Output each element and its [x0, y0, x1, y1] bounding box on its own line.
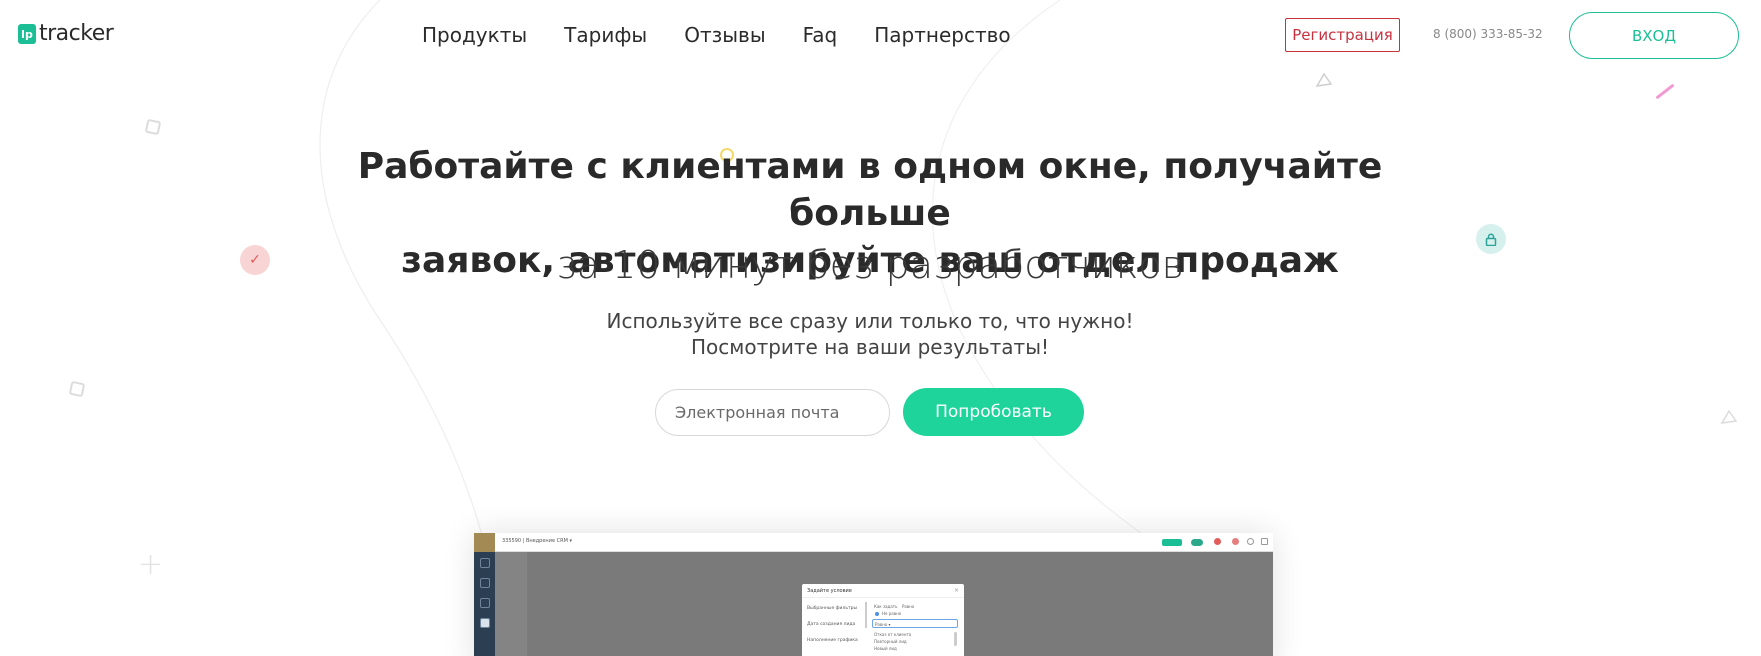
- close-icon: ×: [953, 587, 959, 594]
- preview-topbar: 335590 | Внедрение CRM ▾: [474, 533, 1273, 552]
- logo[interactable]: lp tracker: [18, 21, 114, 46]
- preview-modal-option: Равно: [902, 604, 915, 609]
- divider: [802, 597, 964, 598]
- logo-badge: lp: [18, 24, 36, 44]
- radio-icon: [875, 612, 879, 616]
- square-decoration: [68, 380, 86, 398]
- hero-subtitle-text: за 10 минут без разработчиков: [556, 243, 1184, 287]
- preview-modal-item: Дата создания лида: [807, 622, 856, 627]
- logo-text: tracker: [39, 21, 114, 46]
- preview-modal-title: Задайте условие: [807, 588, 852, 594]
- hero-description: Используйте все сразу или только то, что…: [480, 308, 1260, 360]
- preview-toggle: [1191, 539, 1203, 546]
- preview-scrollbar: [954, 632, 957, 646]
- check-icon: ✓: [240, 245, 270, 275]
- triangle-decoration: [1315, 72, 1333, 87]
- login-button[interactable]: ВХОД: [1569, 12, 1739, 59]
- preview-doc-icon: [1261, 538, 1268, 545]
- register-button[interactable]: Регистрация: [1285, 18, 1400, 52]
- preview-modal-item: Наполнение графика: [807, 638, 858, 643]
- preview-sidebar: [474, 552, 495, 656]
- preview-sidebar-icon: [480, 558, 490, 568]
- preview-modal: Задайте условие × Выбранные фильтры Дата…: [802, 584, 964, 656]
- preview-status-badge: [1162, 539, 1182, 546]
- preview-list-item: Отказ от клиента: [874, 632, 912, 637]
- nav-item-faq[interactable]: Faq: [803, 22, 838, 48]
- preview-select-value: Равно ▾: [875, 622, 891, 627]
- preview-scrollbar: [865, 602, 867, 628]
- preview-modal-label: Как задать: [874, 604, 898, 609]
- preview-column: [495, 552, 527, 656]
- app-preview: 335590 | Внедрение CRM ▾ Задайте условие…: [474, 533, 1273, 656]
- phone-number[interactable]: 8 (800) 333-85-32: [1433, 27, 1543, 41]
- preview-modal-item: Выбранные фильтры: [807, 606, 857, 611]
- plus-decoration: +: [138, 547, 164, 582]
- preview-bell-icon: [1247, 538, 1254, 545]
- hero-desc-line1: Используйте все сразу или только то, что…: [606, 309, 1134, 333]
- nav-item-partnership[interactable]: Партнерство: [874, 22, 1010, 48]
- site-header: lp tracker Продукты Тарифы Отзывы Faq Па…: [0, 0, 1761, 72]
- preview-modal-select: Равно ▾: [872, 619, 958, 628]
- preview-sidebar-icon: [480, 618, 490, 628]
- hero-title-line1: Работайте с клиентами в одном окне, полу…: [357, 146, 1383, 234]
- nav-item-products[interactable]: Продукты: [422, 22, 527, 48]
- nav-item-pricing[interactable]: Тарифы: [564, 22, 647, 48]
- hero-desc-line2: Посмотрите на ваши результаты!: [690, 335, 1050, 359]
- preview-window-title: 335590 | Внедрение CRM ▾: [502, 538, 572, 544]
- dash-decoration: [1655, 83, 1675, 100]
- try-button[interactable]: Попробовать: [903, 388, 1084, 436]
- email-input[interactable]: [655, 389, 890, 436]
- triangle-decoration: [1720, 409, 1738, 424]
- preview-chat-icon: [1214, 538, 1221, 545]
- preview-modal-option: Не равно: [882, 611, 902, 616]
- lock-icon: [1476, 224, 1506, 254]
- preview-notify-icon: [1232, 538, 1239, 545]
- preview-sidebar-icon: [480, 578, 490, 588]
- avatar: [474, 533, 495, 552]
- preview-sidebar-icon: [480, 598, 490, 608]
- hero-subtitle: за 10 минут без разработчиков: [280, 240, 1460, 290]
- square-decoration: [144, 118, 162, 136]
- preview-list-item: Повторный лид: [874, 639, 907, 644]
- preview-list-item: Новый лид: [874, 646, 897, 651]
- nav-item-reviews[interactable]: Отзывы: [684, 22, 765, 48]
- main-nav: Продукты Тарифы Отзывы Faq Партнерство: [422, 22, 1011, 48]
